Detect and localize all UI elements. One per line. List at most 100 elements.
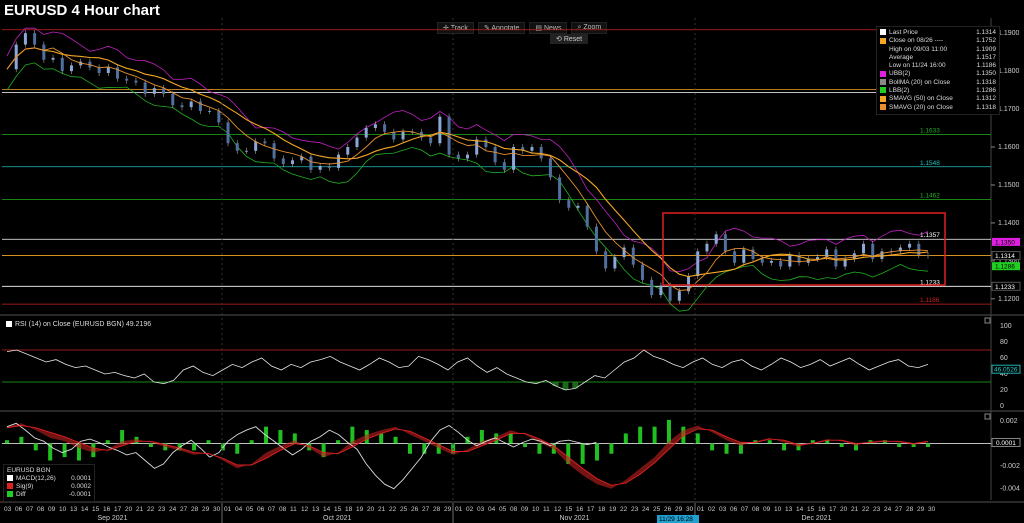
candle-body	[162, 88, 166, 94]
candle-body	[429, 137, 433, 144]
legend-label: Average	[889, 53, 914, 61]
x-tick-label: 01	[697, 506, 705, 513]
x-tick-label: 08	[510, 506, 518, 513]
macd-diff-bar	[767, 440, 772, 444]
x-tick-label: 22	[147, 506, 155, 513]
macd-legend-row: Diff -0.0001	[7, 491, 91, 499]
candle-body	[668, 285, 672, 301]
candle-body	[392, 131, 396, 140]
candle-body	[143, 82, 147, 94]
candle-body	[106, 67, 110, 74]
macd-swatch	[7, 483, 13, 490]
x-tick-label: 10	[532, 506, 540, 513]
candle-body	[604, 251, 608, 269]
candle-body	[254, 141, 258, 151]
x-tick-label: 26	[664, 506, 672, 513]
macd-diff-bar	[278, 430, 283, 444]
macd-legend-row: Sig(9) 0.0002	[7, 483, 91, 491]
x-tick-label: 07	[741, 506, 749, 513]
macd-diff-bar	[710, 443, 715, 451]
x-tick-label: 17	[587, 506, 595, 513]
candle-body	[51, 57, 55, 60]
candle-body	[594, 226, 598, 252]
candle-body	[291, 160, 295, 165]
x-tick-label: 05	[246, 506, 254, 513]
legend-row: BollMA (20) on Close 1.1318	[880, 79, 996, 87]
price-tick-label: 1.1600	[998, 144, 1020, 151]
candle-body	[134, 80, 138, 83]
x-tick-label: 20	[125, 506, 133, 513]
x-tick-label: 06	[730, 506, 738, 513]
month-label: Nov 2021	[560, 515, 590, 522]
legend-label: LBB(2)	[889, 87, 910, 95]
price-level-label: 1.1462	[920, 192, 940, 199]
x-tick-label: 28	[191, 506, 199, 513]
x-tick-label: 27	[180, 506, 188, 513]
rsi-line	[6, 349, 929, 391]
candle-body	[355, 137, 359, 148]
candle-body	[438, 116, 442, 144]
x-tick-label: 16	[818, 506, 826, 513]
candle-body	[171, 93, 175, 106]
macd-diff-bar	[379, 433, 384, 444]
legend-swatch	[880, 62, 886, 68]
candle-body	[723, 234, 727, 252]
macd-diff-bar	[897, 443, 902, 447]
price-level-label: 1.1548	[920, 160, 940, 167]
candle-body	[585, 205, 589, 227]
x-tick-label: 15	[807, 506, 815, 513]
x-tick-label: 06	[257, 506, 265, 513]
legend-swatch	[880, 37, 886, 44]
legend-value: 1.1318	[976, 78, 996, 86]
candle-body	[815, 257, 819, 259]
legend-swatch	[880, 70, 886, 77]
x-tick-label: 23	[158, 506, 166, 513]
x-tick-label: 14	[796, 506, 804, 513]
x-tick-label: 03	[719, 506, 727, 513]
legend-swatch	[880, 103, 886, 110]
macd-diff-bar	[623, 433, 628, 444]
macd-diff-bar	[609, 443, 614, 454]
macd-diff-bar	[666, 419, 671, 444]
candle-body	[567, 200, 571, 208]
x-tick-label: 28	[906, 506, 914, 513]
price-tick-label: 1.1200	[998, 296, 1020, 303]
x-tick-label: 04	[488, 506, 496, 513]
macd-diff-bar	[206, 440, 211, 444]
x-tick-label: 24	[642, 506, 650, 513]
legend-label: BollMA (20) on Close	[889, 78, 951, 86]
macd-tick-label: 0.002	[1000, 418, 1018, 425]
legend-row: High on 09/03 11:00 1.1909	[880, 46, 996, 54]
legend-value: 1.1286	[976, 87, 996, 95]
candle-body	[834, 249, 838, 267]
x-tick-label: 18	[345, 506, 353, 513]
legend-value: 1.1314	[976, 29, 996, 36]
macd-legend-label: Sig(9)	[16, 483, 34, 490]
candle-body	[466, 154, 469, 159]
legend-row: SMAVG (50) on Close 1.1312	[880, 95, 996, 103]
macd-tick-label: -0.002	[1000, 463, 1020, 470]
macd-legend: EURUSD BGN MACD(12,26) 0.0001 Sig(9) 0.0002…	[3, 464, 95, 502]
x-tick-label: 26	[411, 506, 419, 513]
x-tick-label: 04	[235, 506, 243, 513]
candle-body	[530, 147, 534, 151]
candle-body	[309, 156, 313, 170]
x-tick-label: 19	[609, 506, 617, 513]
x-tick-label: 21	[851, 506, 859, 513]
x-tick-label: 14	[81, 506, 89, 513]
price-tick-label: 1.1500	[998, 182, 1020, 189]
macd-diff-bar	[508, 433, 513, 444]
x-tick-label: 13	[312, 506, 320, 513]
chart-canvas[interactable]: 1.16331.15481.14621.13571.12331.11861.19…	[0, 0, 1024, 523]
x-tick-label: 29	[444, 506, 452, 513]
x-tick-label: 06	[15, 506, 23, 513]
candle-body	[281, 158, 285, 165]
candle-body	[42, 44, 46, 60]
legend-swatch	[880, 29, 886, 36]
rsi-tick-label: 80	[1000, 339, 1008, 346]
x-tick-label: 08	[37, 506, 45, 513]
x-tick-label: 21	[378, 506, 386, 513]
rsi-swatch	[6, 321, 12, 328]
legend-swatch	[880, 46, 886, 52]
x-tick-label: 01	[224, 506, 232, 513]
